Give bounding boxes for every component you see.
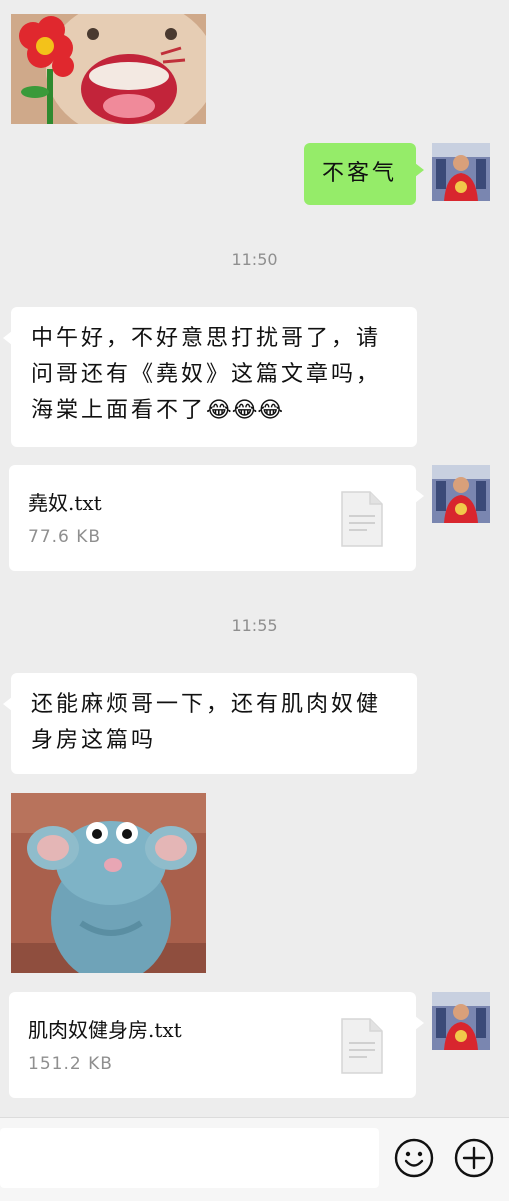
file-message-card[interactable]: 肌肉奴健身房.txt 151.2 KB bbox=[9, 992, 424, 1098]
file-name: 堯奴.txt bbox=[28, 491, 102, 515]
own-avatar[interactable] bbox=[432, 992, 490, 1050]
timestamp: 11:55 bbox=[231, 616, 278, 635]
chat-input-bar bbox=[0, 1117, 509, 1201]
cat-sticker-image[interactable] bbox=[11, 14, 206, 124]
plus-circle-icon[interactable] bbox=[454, 1138, 494, 1178]
message-line: 身房这篇吗 bbox=[31, 728, 157, 753]
received-message-bubble[interactable]: 还能麻烦哥一下，还有肌肉奴健 身房这篇吗 bbox=[3, 673, 417, 774]
message-line: 问哥还有《堯奴》这篇文章吗， bbox=[31, 362, 382, 387]
mouse-sticker-image[interactable] bbox=[11, 793, 206, 973]
document-icon bbox=[341, 1018, 383, 1074]
message-line: 还能麻烦哥一下，还有肌肉奴健 bbox=[31, 692, 382, 717]
laughing-tears-emoji: 😂😂😂 bbox=[206, 398, 284, 423]
document-icon bbox=[341, 491, 383, 547]
message-input[interactable] bbox=[0, 1128, 379, 1188]
file-size: 77.6 KB bbox=[28, 527, 102, 547]
sent-message-text: 不客气 bbox=[322, 161, 398, 186]
timestamp: 11:50 bbox=[231, 250, 278, 269]
received-message-bubble[interactable]: 中午好，不好意思打扰哥了，请 问哥还有《堯奴》这篇文章吗， 海棠上面看不了😂😂😂 bbox=[3, 307, 417, 447]
own-avatar[interactable] bbox=[432, 143, 490, 201]
file-size: 151.2 KB bbox=[28, 1054, 113, 1074]
file-name: 肌肉奴健身房.txt bbox=[28, 1018, 182, 1042]
message-line: 海棠上面看不了 bbox=[31, 398, 207, 423]
file-message-card[interactable]: 堯奴.txt 77.6 KB bbox=[9, 465, 424, 571]
smiley-icon[interactable] bbox=[394, 1138, 434, 1178]
own-avatar[interactable] bbox=[432, 465, 490, 523]
message-line: 中午好，不好意思打扰哥了，请 bbox=[31, 326, 382, 351]
sent-message-bubble[interactable]: 不客气 bbox=[304, 143, 424, 205]
